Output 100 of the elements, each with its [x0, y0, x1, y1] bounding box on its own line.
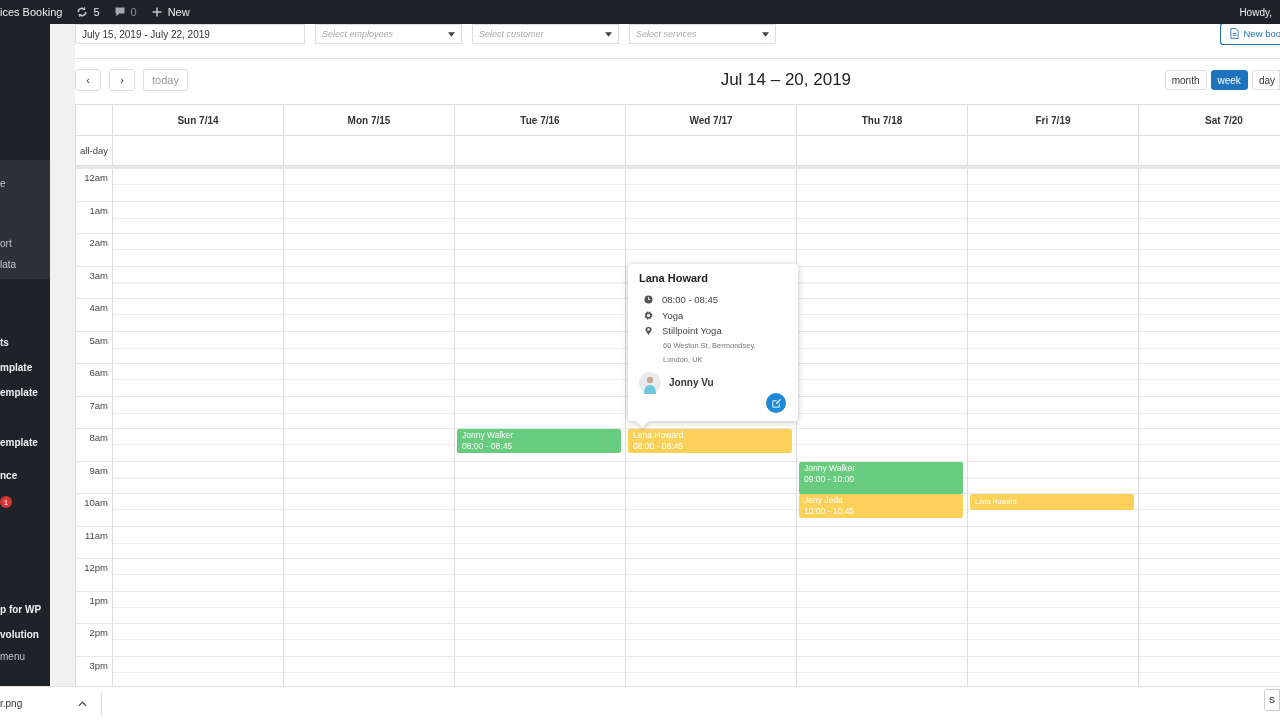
sidebar-item[interactable]: nce: [0, 463, 50, 488]
site-name[interactable]: ices Booking: [0, 6, 63, 18]
time-slot[interactable]: [455, 331, 626, 364]
time-slot[interactable]: [284, 559, 455, 592]
time-slot[interactable]: [284, 429, 455, 462]
time-slot[interactable]: [626, 461, 797, 494]
time-slot[interactable]: [113, 656, 284, 686]
time-slot[interactable]: [968, 396, 1139, 429]
time-slot[interactable]: [626, 624, 797, 657]
time-slot[interactable]: [968, 461, 1139, 494]
time-slot[interactable]: [797, 331, 968, 364]
time-slot[interactable]: [797, 591, 968, 624]
refresh-icon[interactable]: [76, 6, 89, 18]
time-slot[interactable]: [113, 429, 284, 462]
time-slot[interactable]: [968, 591, 1139, 624]
time-slot[interactable]: [626, 526, 797, 559]
comment-icon[interactable]: [113, 6, 126, 18]
time-slot[interactable]: [797, 169, 968, 202]
time-slot[interactable]: [797, 299, 968, 332]
time-slot[interactable]: [626, 201, 797, 234]
time-slot[interactable]: [284, 656, 455, 686]
nav-button[interactable]: ›: [109, 69, 135, 91]
time-slot[interactable]: [113, 559, 284, 592]
new-link[interactable]: New: [167, 6, 190, 18]
time-slot[interactable]: [626, 234, 797, 267]
time-slot[interactable]: [626, 169, 797, 202]
edit-button[interactable]: [766, 393, 786, 413]
sidebar-item[interactable]: p for WP: [0, 597, 50, 622]
time-slot[interactable]: [626, 494, 797, 527]
time-slot[interactable]: [797, 201, 968, 234]
time-slot[interactable]: [284, 526, 455, 559]
time-slot[interactable]: [968, 364, 1139, 397]
time-slot[interactable]: [113, 364, 284, 397]
time-slot[interactable]: [284, 299, 455, 332]
time-slot[interactable]: [113, 461, 284, 494]
date-range-field[interactable]: July 15, 2019 - July 22, 2019: [75, 24, 305, 44]
view-button[interactable]: day: [1251, 70, 1280, 90]
time-slot[interactable]: [455, 299, 626, 332]
time-slot[interactable]: [968, 526, 1139, 559]
time-slot[interactable]: [284, 266, 455, 299]
sidebar-item[interactable]: volution: [0, 622, 50, 647]
time-slot[interactable]: [968, 169, 1139, 202]
time-slot[interactable]: [455, 364, 626, 397]
time-slot[interactable]: [284, 169, 455, 202]
time-slot[interactable]: [968, 559, 1139, 592]
time-slot[interactable]: [797, 234, 968, 267]
time-slot[interactable]: [455, 624, 626, 657]
download-file[interactable]: r.png: [0, 698, 78, 709]
sidebar-item[interactable]: e: [0, 173, 50, 194]
time-slot[interactable]: [968, 624, 1139, 657]
time-slot[interactable]: [455, 201, 626, 234]
time-slot[interactable]: [113, 299, 284, 332]
time-slot[interactable]: [113, 234, 284, 267]
time-slot[interactable]: [797, 559, 968, 592]
time-slot[interactable]: [797, 364, 968, 397]
chevron-up-icon[interactable]: [78, 700, 87, 707]
time-slot[interactable]: [968, 331, 1139, 364]
updates-count[interactable]: 5: [93, 6, 100, 18]
time-slot[interactable]: [284, 234, 455, 267]
view-button[interactable]: week: [1210, 70, 1248, 90]
view-button[interactable]: month: [1164, 70, 1207, 90]
time-slot[interactable]: [284, 591, 455, 624]
time-slot[interactable]: [455, 494, 626, 527]
time-slot[interactable]: [284, 624, 455, 657]
nav-button[interactable]: ‹: [75, 69, 101, 91]
time-slot[interactable]: [113, 396, 284, 429]
time-slot[interactable]: [797, 624, 968, 657]
time-slot[interactable]: [455, 266, 626, 299]
time-slot[interactable]: [455, 461, 626, 494]
time-slot[interactable]: [113, 624, 284, 657]
time-slot[interactable]: [284, 461, 455, 494]
time-slot[interactable]: [113, 331, 284, 364]
time-slot[interactable]: [626, 656, 797, 686]
plus-icon[interactable]: [150, 6, 163, 18]
time-slot[interactable]: [455, 396, 626, 429]
time-slot[interactable]: [626, 591, 797, 624]
sidebar-item[interactable]: ts: [0, 330, 50, 355]
greeting[interactable]: Howdy,: [1239, 6, 1272, 18]
time-slot[interactable]: [797, 526, 968, 559]
time-slot[interactable]: [797, 429, 968, 462]
sidebar-item[interactable]: emplate: [0, 430, 50, 455]
sidebar-item[interactable]: ort: [0, 233, 50, 254]
time-slot[interactable]: [797, 396, 968, 429]
time-slot[interactable]: [284, 201, 455, 234]
time-slot[interactable]: [455, 559, 626, 592]
time-slot[interactable]: [113, 201, 284, 234]
time-slot[interactable]: [968, 234, 1139, 267]
time-slot[interactable]: [455, 234, 626, 267]
time-slot[interactable]: [968, 201, 1139, 234]
time-slot[interactable]: [797, 656, 968, 686]
time-slot[interactable]: [968, 656, 1139, 686]
show-all-button[interactable]: S: [1264, 688, 1280, 711]
comments-count[interactable]: 0: [130, 6, 137, 18]
time-slot[interactable]: [113, 266, 284, 299]
new-booking-button[interactable]: New boo: [1219, 24, 1280, 45]
time-slot[interactable]: [113, 169, 284, 202]
time-slot[interactable]: [284, 494, 455, 527]
time-slot[interactable]: [968, 299, 1139, 332]
time-slot[interactable]: [284, 364, 455, 397]
time-slot[interactable]: [968, 266, 1139, 299]
